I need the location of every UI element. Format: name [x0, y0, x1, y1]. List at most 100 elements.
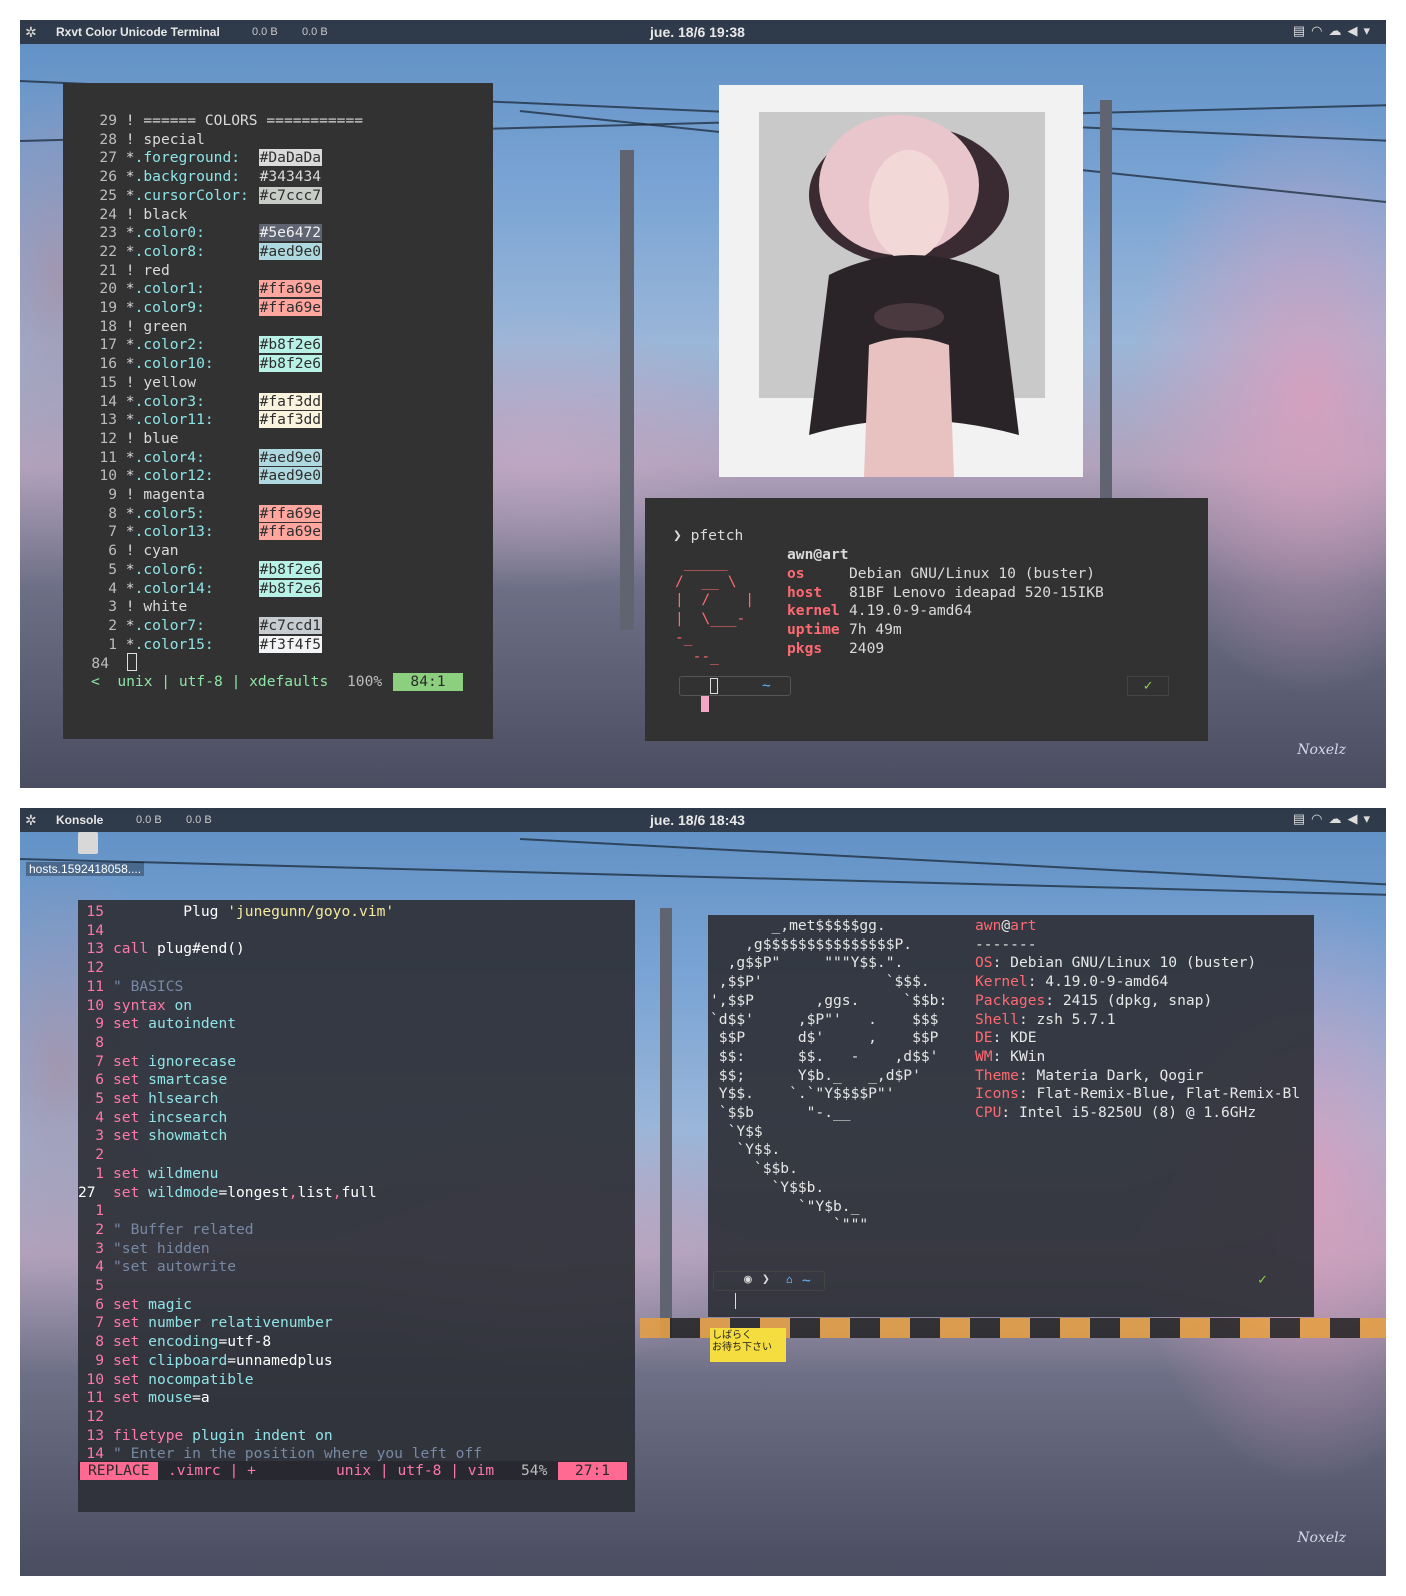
code-line[interactable]: 27 *.foreground: #DaDaDa	[91, 148, 323, 167]
code-line[interactable]: 5	[78, 1276, 113, 1295]
code-line[interactable]: 9 ! magenta	[91, 485, 205, 504]
code-line[interactable]: 25 *.cursorColor: #c7ccc7	[91, 186, 323, 205]
code-line[interactable]: 4 set incsearch	[78, 1108, 227, 1127]
code-line[interactable]: 12 ! blue	[91, 429, 178, 448]
line-number: 2	[108, 616, 117, 634]
line-number: 21	[99, 261, 117, 279]
volume-icon[interactable]: ◀	[1347, 23, 1363, 38]
line-number: 8	[95, 1333, 104, 1351]
logo-line: _____	[675, 554, 728, 571]
code-line[interactable]: 15 Plug 'junegunn/goyo.vim'	[78, 902, 394, 921]
code-line[interactable]: 11 " BASICS	[78, 977, 183, 996]
code-line[interactable]: 10 set nocompatible	[78, 1370, 253, 1389]
code-line[interactable]: 1 set wildmenu	[78, 1164, 218, 1183]
code-line[interactable]: 6 set smartcase	[78, 1070, 227, 1089]
code-line[interactable]: 5 *.color6: #b8f2e6	[91, 560, 323, 579]
clipboard-icon[interactable]: ▤	[1293, 23, 1311, 38]
code-line[interactable]: 4 "set autowrite	[78, 1257, 236, 1276]
code-line[interactable]: 28 ! special	[91, 130, 204, 149]
code-line[interactable]: 24 ! black	[91, 205, 187, 224]
code-line[interactable]: 8 set encoding=utf-8	[78, 1332, 271, 1351]
code-line[interactable]: 1	[78, 1201, 113, 1220]
code-line[interactable]: 18 ! green	[91, 317, 187, 336]
info-key: Packages	[975, 991, 1046, 1009]
code-line[interactable]: 3 "set hidden	[78, 1239, 209, 1258]
code-line[interactable]: 13 call plug#end()	[78, 939, 245, 958]
code-line[interactable]: 3 set showmatch	[78, 1126, 227, 1145]
code-line[interactable]: 7 *.color13: #ffa69e	[91, 522, 323, 541]
code-line[interactable]: 26 *.background: #343434	[91, 167, 323, 186]
code-line[interactable]: 20 *.color1: #ffa69e	[91, 279, 323, 298]
cloud-icon[interactable]: ☁	[1328, 811, 1347, 826]
code-line[interactable]: 10 *.color12: #aed9e0	[91, 466, 323, 485]
code-line[interactable]: 17 *.color2: #b8f2e6	[91, 335, 323, 354]
code-line[interactable]: 22 *.color8: #aed9e0	[91, 242, 323, 261]
code-line[interactable]: 13 filetype plugin indent on	[78, 1426, 332, 1445]
code-line[interactable]: 7 set ignorecase	[78, 1052, 236, 1071]
code-line[interactable]: 14 *.color3: #faf3dd	[91, 392, 323, 411]
code-line[interactable]: 27 set wildmode=longest,list,full	[78, 1183, 377, 1202]
code-line[interactable]: 21 ! red	[91, 261, 169, 280]
info-row: pkgs 2409	[787, 640, 884, 658]
system-tray[interactable]: ▤◠☁◀▾	[1293, 23, 1376, 39]
code-line[interactable]: 29 ! ====== COLORS ===========	[91, 111, 363, 130]
clock[interactable]: jue. 18/6 19:38	[650, 24, 745, 40]
code-token: plug#end()	[156, 940, 245, 958]
ascii-line: `"""	[710, 1216, 869, 1234]
code-line[interactable]: 2	[78, 1145, 113, 1164]
cursor	[710, 678, 718, 694]
volume-icon[interactable]: ◀	[1347, 811, 1363, 826]
code-token: showmatch	[148, 1127, 228, 1145]
line-number: 12	[99, 429, 117, 447]
cloud-icon[interactable]: ☁	[1328, 23, 1347, 38]
desktop-file-label[interactable]: hosts.1592418058....	[26, 862, 145, 876]
code-line[interactable]: 8	[78, 1033, 113, 1052]
code-line[interactable]: 5 set hlsearch	[78, 1089, 218, 1108]
chevron-down-icon[interactable]: ▾	[1363, 23, 1376, 38]
code-token: set	[113, 1370, 149, 1388]
code-line[interactable]: 9 set autoindent	[78, 1014, 236, 1033]
info-key: os	[787, 565, 805, 582]
code-line[interactable]: 10 syntax on	[78, 996, 192, 1015]
file-icon[interactable]	[78, 832, 98, 854]
clock[interactable]: jue. 18/6 18:43	[650, 812, 745, 828]
clipboard-icon[interactable]: ▤	[1293, 811, 1311, 826]
color-value: #c7ccc7	[258, 186, 323, 204]
menu-icon[interactable]: ✲	[25, 24, 37, 41]
code-line[interactable]: 11 *.color4: #aed9e0	[91, 448, 323, 467]
code-line[interactable]: 13 *.color11: #faf3dd	[91, 410, 323, 429]
code-line[interactable]: 6 set magic	[78, 1295, 192, 1314]
code-line[interactable]: 9 set clipboard=unnamedplus	[78, 1351, 332, 1370]
code-line[interactable]: 8 *.color5: #ffa69e	[91, 504, 323, 523]
wifi-icon[interactable]: ◠	[1311, 23, 1328, 38]
code-line[interactable]: 2 *.color7: #c7ccd1	[91, 616, 323, 635]
neofetch-terminal[interactable]: _,met$$$$$gg. ,g$$$$$$$$$$$$$$$P. ,g$$P"…	[708, 915, 1314, 1317]
code-line[interactable]: 4 *.color14: #b8f2e6	[91, 579, 323, 598]
current-line[interactable]: 84	[91, 653, 137, 672]
resource-key: .color11:	[134, 411, 214, 429]
code-line[interactable]: 3 ! white	[91, 597, 187, 616]
code-line[interactable]: 1 *.color15: #f3f4f5	[91, 635, 323, 654]
vim-editor[interactable]: 15 Plug 'junegunn/goyo.vim' 14 13 call plug…	[78, 900, 635, 1512]
code-line[interactable]: 16 *.color10: #b8f2e6	[91, 354, 323, 373]
menu-icon[interactable]: ✲	[25, 812, 37, 829]
pfetch-terminal[interactable]: ❯ pfetch awn@art _____ / __ \ | / | | \___-…	[645, 498, 1208, 741]
code-line[interactable]: 6 ! cyan	[91, 541, 178, 560]
artist-signature: Noxelz	[1297, 1530, 1346, 1546]
code-line[interactable]: 14	[78, 921, 113, 940]
code-line[interactable]: 2 " Buffer related	[78, 1220, 253, 1239]
code-line[interactable]: 12	[78, 1407, 113, 1426]
code-line[interactable]: 15 ! yellow	[91, 373, 196, 392]
line-number: 3	[108, 598, 117, 616]
code-line[interactable]: 19 *.color9: #ffa69e	[91, 298, 323, 317]
code-line[interactable]: 11 set mouse=a	[78, 1388, 209, 1407]
wifi-icon[interactable]: ◠	[1311, 811, 1328, 826]
xdefaults-terminal[interactable]: 29 ! ====== COLORS =========== 28 ! speci…	[63, 83, 493, 739]
chevron-down-icon[interactable]: ▾	[1363, 811, 1376, 826]
resource-key: .color5:	[134, 504, 205, 522]
resource-key: .color14:	[134, 579, 214, 597]
code-line[interactable]: 12	[78, 958, 113, 977]
code-line[interactable]: 23 *.color0: #5e6472	[91, 223, 323, 242]
code-line[interactable]: 7 set number relativenumber	[78, 1313, 332, 1332]
system-tray[interactable]: ▤◠☁◀▾	[1293, 811, 1376, 827]
